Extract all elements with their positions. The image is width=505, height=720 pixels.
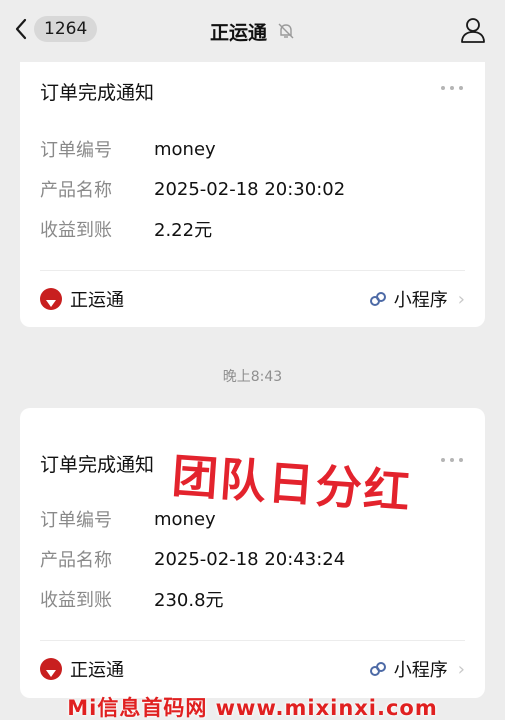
brand-name: 正运通 bbox=[70, 660, 124, 681]
more-options-icon[interactable] bbox=[441, 458, 463, 462]
divider bbox=[40, 270, 465, 271]
mini-program-label: 小程序 bbox=[393, 290, 448, 311]
back-button[interactable]: 1264 bbox=[14, 16, 98, 42]
brand-name: 正运通 bbox=[70, 290, 124, 311]
card-title: 订单完成通知 bbox=[40, 82, 155, 104]
card-title: 订单完成通知 bbox=[40, 454, 155, 476]
row-label: 订单编号 bbox=[40, 140, 112, 161]
unread-count-badge: 1264 bbox=[34, 16, 98, 42]
card-footer[interactable]: 正运通 小程序 › bbox=[40, 654, 465, 684]
chevron-left-icon bbox=[15, 18, 27, 40]
row-label: 订单编号 bbox=[40, 510, 112, 531]
card-footer[interactable]: 正运通 小程序 › bbox=[40, 284, 465, 314]
nav-bar: 1264 正运通 bbox=[0, 0, 505, 62]
detail-row: 订单编号 money bbox=[40, 506, 216, 532]
person-icon bbox=[461, 18, 485, 43]
mini-program-icon bbox=[369, 292, 386, 306]
row-value: money bbox=[154, 508, 216, 530]
profile-button[interactable] bbox=[459, 16, 487, 48]
row-value: 2025-02-18 20:43:24 bbox=[154, 548, 346, 570]
brand-logo-icon bbox=[40, 658, 62, 680]
mini-program-label: 小程序 bbox=[393, 660, 448, 681]
row-label: 收益到账 bbox=[40, 590, 112, 611]
row-value: 2025-02-18 20:30:02 bbox=[154, 178, 346, 200]
mini-program-link[interactable]: 小程序 › bbox=[368, 656, 465, 682]
mini-program-icon bbox=[369, 662, 386, 676]
more-options-icon[interactable] bbox=[441, 86, 463, 90]
chevron-right-icon: › bbox=[457, 288, 465, 310]
detail-row: 产品名称 2025-02-18 20:43:24 bbox=[40, 546, 345, 572]
mini-program-link[interactable]: 小程序 › bbox=[368, 286, 465, 312]
row-value: money bbox=[154, 138, 216, 160]
brand-logo-icon bbox=[40, 288, 62, 310]
row-label: 产品名称 bbox=[40, 550, 112, 571]
message-timestamp: 晚上8:43 bbox=[222, 369, 283, 385]
chevron-right-icon: › bbox=[457, 658, 465, 680]
watermark: Mi信息首码网 www.mixinxi.com bbox=[67, 696, 438, 720]
detail-row: 订单编号 money bbox=[40, 136, 216, 162]
detail-row: 收益到账 2.22元 bbox=[40, 216, 212, 242]
detail-row: 产品名称 2025-02-18 20:30:02 bbox=[40, 176, 345, 202]
row-label: 收益到账 bbox=[40, 220, 112, 241]
notification-card[interactable]: 订单完成通知 订单编号 money 产品名称 2025-02-18 20:30:… bbox=[20, 50, 485, 327]
chat-title: 正运通 bbox=[209, 21, 267, 44]
row-label: 产品名称 bbox=[40, 180, 112, 201]
divider bbox=[40, 640, 465, 641]
detail-row: 收益到账 230.8元 bbox=[40, 586, 224, 612]
row-value: 2.22元 bbox=[154, 220, 213, 241]
row-value: 230.8元 bbox=[154, 590, 224, 611]
bell-off-icon bbox=[278, 23, 294, 39]
